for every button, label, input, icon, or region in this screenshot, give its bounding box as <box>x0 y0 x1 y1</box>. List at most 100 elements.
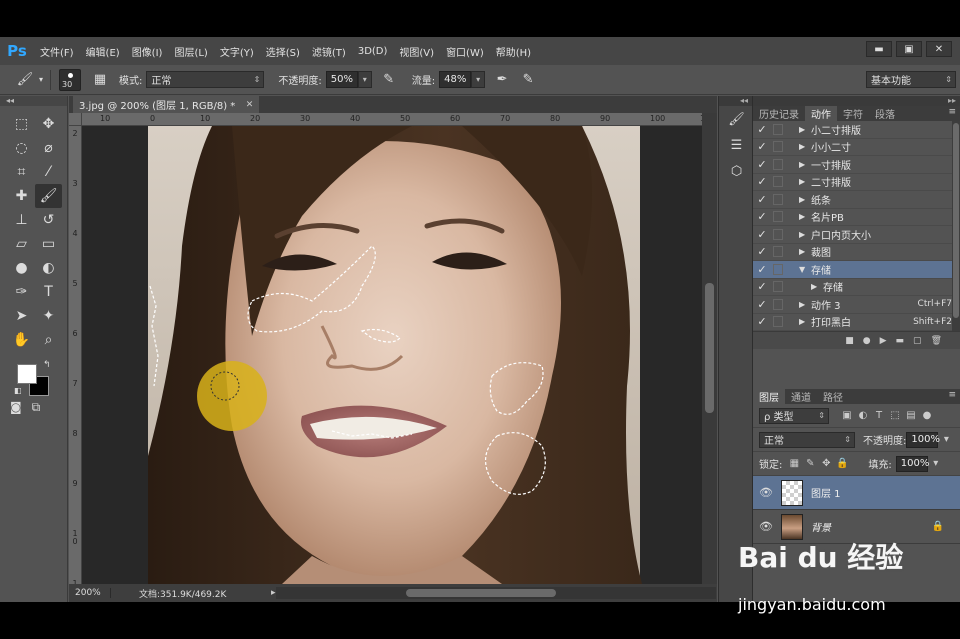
new-set-icon[interactable]: ▬ <box>896 336 905 346</box>
panel-tab[interactable]: 字符 <box>837 106 869 121</box>
eye-icon[interactable]: 👁 <box>753 486 779 499</box>
dialog-toggle-box[interactable] <box>773 263 783 275</box>
dialog-toggle-box[interactable] <box>773 176 783 188</box>
3d-panel-icon[interactable]: ⬡ <box>719 158 754 184</box>
stop-icon[interactable]: ■ <box>845 336 854 346</box>
check-icon[interactable]: ✓ <box>753 298 771 311</box>
opacity-input[interactable]: 50% <box>325 71 358 88</box>
record-icon[interactable]: ● <box>863 336 871 346</box>
menu-item[interactable]: 滤镜(T) <box>306 37 352 65</box>
dialog-toggle-box[interactable] <box>773 228 783 240</box>
horizontal-scrollbar[interactable] <box>276 587 716 599</box>
airbrush-icon[interactable]: ✒ <box>491 70 513 90</box>
chevron-down-icon[interactable]: ▾ <box>36 70 46 90</box>
default-colors-icon[interactable]: ◧ <box>14 386 22 395</box>
chevron-right-icon[interactable]: ▶ <box>799 212 811 221</box>
history-brush-tool-icon[interactable]: ↺ <box>35 208 62 232</box>
chevron-right-icon[interactable]: ▶ <box>799 317 811 326</box>
adjustments-panel-icon[interactable]: ☰ <box>719 132 754 158</box>
foreground-color-swatch[interactable] <box>17 364 37 384</box>
workspace-select[interactable]: 基本功能 ⇕ <box>866 71 956 88</box>
action-row[interactable]: ✓ ▶ 名片PB <box>753 209 960 226</box>
dodge-tool-icon[interactable]: ◐ <box>35 256 62 280</box>
chevron-right-icon[interactable]: ▶ <box>799 247 811 256</box>
chevron-down-icon[interactable]: ▾ <box>938 434 954 445</box>
action-row[interactable]: ✓ ▶ 裁图 <box>753 244 960 261</box>
action-row[interactable]: ✓ ▶ 户口内页大小 <box>753 226 960 244</box>
menu-item[interactable]: 窗口(W) <box>440 37 490 65</box>
dialog-toggle-box[interactable] <box>773 246 783 258</box>
layer-kind-filter[interactable]: ρ 类型 ⇕ <box>759 407 829 424</box>
check-icon[interactable]: ✓ <box>753 263 771 276</box>
horizontal-ruler[interactable]: 100102030405060708090100110 <box>82 113 702 126</box>
action-row[interactable]: ✓ ▶ 小小二寸 <box>753 139 960 156</box>
panel-menu-icon[interactable]: ≡ <box>948 107 956 117</box>
dialog-toggle-box[interactable] <box>773 281 783 293</box>
pen-tool-icon[interactable]: ✑ <box>8 280 35 304</box>
action-row[interactable]: ✓ ▶ 小二寸排版 <box>753 121 960 139</box>
swap-colors-icon[interactable]: ↰ <box>43 360 51 370</box>
gradient-tool-icon[interactable]: ▭ <box>35 232 62 256</box>
dialog-toggle-box[interactable] <box>773 158 783 170</box>
chevron-right-icon[interactable]: ▶ <box>799 300 811 309</box>
clone-stamp-tool-icon[interactable]: ⊥ <box>8 208 35 232</box>
check-icon[interactable]: ✓ <box>753 245 771 258</box>
new-action-icon[interactable]: ▢ <box>913 336 922 346</box>
panel-tab[interactable]: 动作 <box>805 106 837 121</box>
flow-input[interactable]: 48% <box>439 71 472 88</box>
check-icon[interactable]: ✓ <box>753 140 771 153</box>
layer-fill-input[interactable]: 100% <box>895 455 929 472</box>
panel-collapse-icon[interactable]: ▸▸ <box>753 96 960 106</box>
dock-collapse-icon[interactable]: ◂◂ <box>719 96 752 106</box>
scroll-thumb[interactable] <box>705 283 714 413</box>
check-icon[interactable]: ✓ <box>753 123 771 136</box>
vertical-scrollbar[interactable] <box>702 113 717 584</box>
brush-tool-icon[interactable]: 🖌 <box>35 184 62 208</box>
ruler-corner[interactable] <box>69 113 82 126</box>
brush-tool-icon[interactable]: 🖌 <box>14 70 36 90</box>
crop-tool-icon[interactable]: ⌗ <box>8 160 35 184</box>
action-row[interactable]: ✓ ▶ 存储 <box>753 279 960 296</box>
check-icon[interactable]: ✓ <box>753 280 771 293</box>
flow-slider-toggle[interactable]: ▾ <box>471 71 486 88</box>
action-row[interactable]: ✓ ▶ 二寸排版 <box>753 174 960 191</box>
lock-position-icon[interactable]: ✥ <box>818 458 834 469</box>
layer-opacity-input[interactable]: 100% <box>906 431 940 448</box>
document-canvas[interactable] <box>82 126 702 584</box>
zoom-tool-icon[interactable]: ⌕ <box>35 328 62 352</box>
scroll-thumb[interactable] <box>406 589 556 597</box>
chevron-right-icon[interactable]: ▶ <box>799 125 811 134</box>
pressure-size-icon[interactable]: ✎ <box>517 70 539 90</box>
vertical-ruler[interactable]: 234567891 01 11 2 <box>69 126 82 584</box>
eraser-tool-icon[interactable]: ▱ <box>8 232 35 256</box>
quick-mask-icon[interactable]: ◙ <box>10 400 22 415</box>
dialog-toggle-box[interactable] <box>773 141 783 153</box>
menu-item[interactable]: 文字(Y) <box>214 37 260 65</box>
menu-item[interactable]: 文件(F) <box>34 37 80 65</box>
minimize-icon[interactable]: ▬ <box>866 41 892 57</box>
adjustment-filter-icon[interactable]: ◐ <box>855 410 871 421</box>
image-filter-icon[interactable]: ▣ <box>839 410 855 421</box>
action-row[interactable]: ✓ ▼ 存储 <box>753 261 960 279</box>
marquee-tool-icon[interactable]: ⬚ <box>8 112 35 136</box>
shape-filter-icon[interactable]: ⬚ <box>887 410 903 421</box>
brush-preset-picker[interactable]: 30 <box>59 68 81 91</box>
menu-item[interactable]: 图像(I) <box>126 37 169 65</box>
maximize-icon[interactable]: ▣ <box>896 41 922 57</box>
play-icon[interactable]: ▶ <box>880 336 887 346</box>
lock-transparent-icon[interactable]: ▦ <box>786 458 802 469</box>
screen-mode-icon[interactable]: ⧉ <box>32 400 41 415</box>
healing-brush-tool-icon[interactable]: ✚ <box>8 184 35 208</box>
dialog-toggle-box[interactable] <box>773 123 783 135</box>
document-tab[interactable]: 3.jpg @ 200% (图层 1, RGB/8) * ✕ <box>73 96 260 113</box>
panel-menu-icon[interactable]: ≡ <box>948 390 956 400</box>
menu-item[interactable]: 图层(L) <box>168 37 213 65</box>
action-row[interactable]: ✓ ▶ 一寸排版 <box>753 156 960 174</box>
trash-icon[interactable]: 🗑 <box>931 336 942 346</box>
chevron-down-icon[interactable]: ▼ <box>799 265 811 274</box>
lock-all-icon[interactable]: 🔒 <box>834 458 850 469</box>
chevron-right-icon[interactable]: ▶ <box>799 142 811 151</box>
eyedropper-tool-icon[interactable]: ⁄ <box>35 160 62 184</box>
chevron-right-icon[interactable]: ▶ <box>799 177 811 186</box>
menu-item[interactable]: 视图(V) <box>393 37 440 65</box>
